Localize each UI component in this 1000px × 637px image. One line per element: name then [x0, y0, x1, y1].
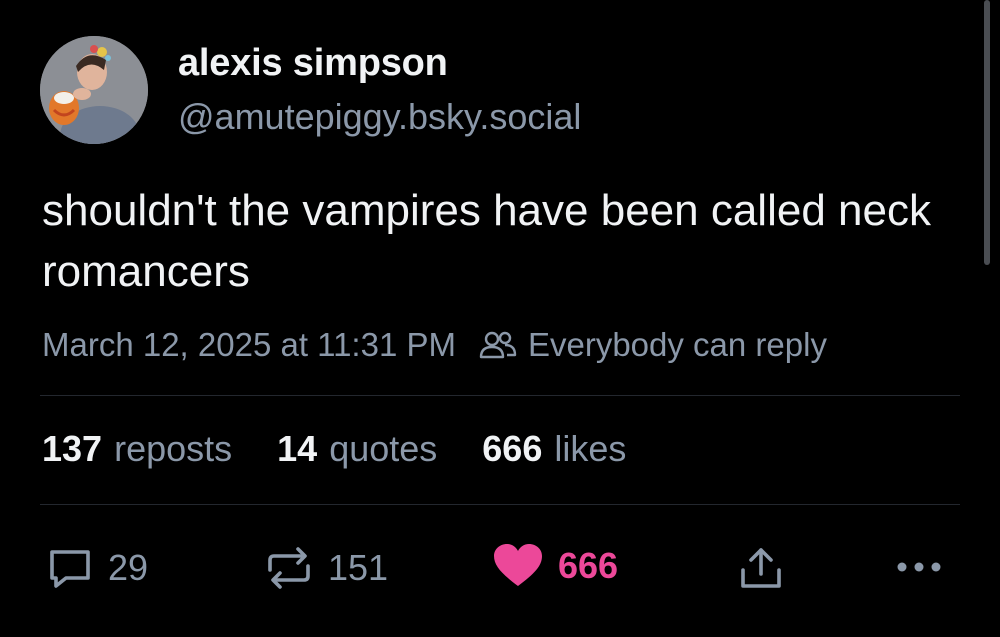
reply-setting[interactable]: Everybody can reply — [478, 326, 827, 364]
likes-count: 666 — [482, 428, 543, 469]
quotes-stat[interactable]: 14 quotes — [277, 428, 437, 470]
like-count: 666 — [558, 545, 619, 586]
like-button[interactable]: 666 — [492, 542, 618, 590]
divider — [40, 395, 960, 396]
reposts-label: reposts — [114, 428, 233, 469]
post-text: shouldn't the vampires have been called … — [42, 186, 931, 296]
action-bar: 29 151 666 — [0, 540, 1000, 600]
quotes-label: quotes — [329, 428, 438, 469]
more-button[interactable] — [895, 560, 943, 574]
repost-button[interactable]: 151 — [264, 544, 388, 592]
share-button[interactable] — [739, 544, 783, 592]
author-handle[interactable]: @amutepiggy.bsky.social — [178, 96, 581, 138]
speech-bubble-icon — [50, 550, 90, 588]
repost-count: 151 — [328, 547, 389, 588]
post-stats: 137 reposts 14 quotes 666 likes — [42, 428, 671, 470]
share-icon — [741, 548, 781, 588]
heart-icon — [494, 544, 542, 586]
post-detail: alexis simpson @amutepiggy.bsky.social s… — [0, 0, 1000, 637]
reposts-stat[interactable]: 137 reposts — [42, 428, 232, 470]
reposts-count: 137 — [42, 428, 103, 469]
avatar[interactable] — [40, 36, 148, 144]
author-display-name[interactable]: alexis simpson — [178, 42, 448, 85]
reply-button[interactable]: 29 — [46, 544, 148, 592]
people-icon — [478, 329, 518, 361]
scrollbar[interactable] — [984, 0, 990, 265]
reply-setting-label: Everybody can reply — [527, 326, 827, 363]
repost-icon — [268, 547, 310, 589]
reply-count: 29 — [108, 547, 149, 588]
likes-stat[interactable]: 666 likes — [482, 428, 626, 470]
likes-label: likes — [554, 428, 627, 469]
more-icon — [897, 562, 941, 572]
quotes-count: 14 — [277, 428, 318, 469]
post-meta: March 12, 2025 at 11:31 PM Everybody can… — [42, 326, 827, 364]
divider — [40, 504, 960, 505]
post-timestamp: March 12, 2025 at 11:31 PM — [42, 326, 456, 363]
avatar-image — [40, 36, 148, 144]
